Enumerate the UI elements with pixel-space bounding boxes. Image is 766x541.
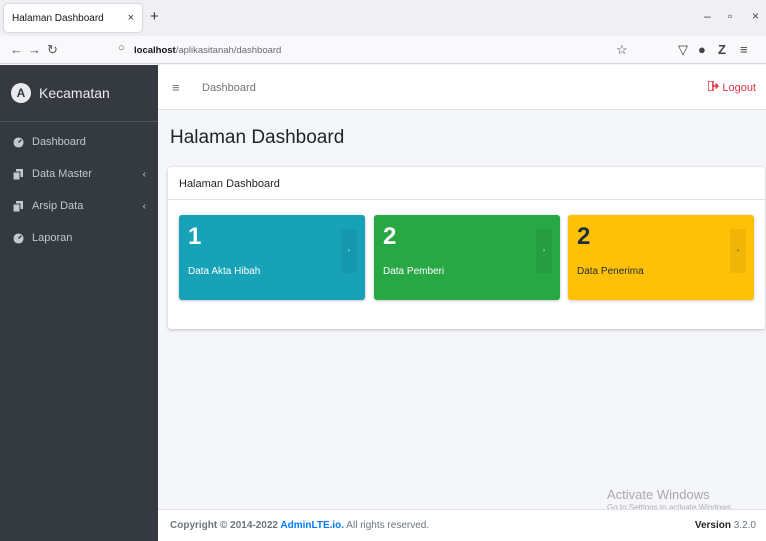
minimize-icon[interactable]: – [704, 9, 711, 23]
menu-icon[interactable]: ≡ [740, 42, 748, 57]
url-host: localhost [134, 44, 176, 56]
main-footer: Copyright © 2014-2022 AdminLTE.io. All r… [158, 509, 766, 541]
browser-toolbar: ← → ↻ ○ localhost/aplikasitanah/dashboar… [0, 36, 766, 64]
box-icon: › [730, 229, 746, 273]
brand-logo: A [11, 83, 31, 103]
extension-icon[interactable]: ● [698, 42, 706, 57]
close-window-icon[interactable]: × [752, 9, 759, 23]
small-box-penerima[interactable]: 2 Data Penerima › [568, 215, 754, 300]
sidebar-item-laporan[interactable]: Laporan [0, 222, 158, 254]
sidebar: A Kecamatan Dashboard Data Master ‹ Arsi… [0, 65, 158, 541]
tab-title: Halaman Dashboard [12, 12, 104, 24]
sidebar-item-label: Laporan [32, 232, 73, 244]
tachometer-icon [12, 232, 24, 244]
brand-link[interactable]: A Kecamatan [0, 65, 158, 122]
browser-tab-bar: Halaman Dashboard × + – ▫ × [0, 0, 766, 36]
dashboard-card: Halaman Dashboard 1 Data Akta Hibah › 2 … [168, 167, 765, 329]
box-value: 2 [577, 223, 591, 250]
chevron-left-icon: ‹ [142, 168, 146, 180]
box-value: 1 [188, 223, 202, 250]
copy-icon [12, 200, 24, 212]
zotero-icon[interactable]: Z [718, 42, 726, 57]
box-value: 2 [383, 223, 397, 250]
restore-icon[interactable]: ▫ [728, 9, 732, 23]
tachometer-icon [12, 136, 24, 148]
logout-button[interactable]: Logout [707, 80, 756, 94]
hamburger-menu-icon[interactable]: ≡ [172, 80, 180, 95]
version-number: 3.2.0 [733, 520, 756, 531]
sidebar-item-dashboard[interactable]: Dashboard [0, 126, 158, 158]
logout-label: Logout [722, 81, 756, 94]
page-title: Halaman Dashboard [170, 127, 345, 148]
main-header: ≡ Dashboard Logout [158, 65, 766, 110]
reload-icon[interactable]: ↻ [47, 42, 58, 58]
small-box-pemberi[interactable]: 2 Data Pemberi › [374, 215, 560, 300]
box-label: Data Pemberi [383, 266, 445, 277]
sign-out-icon [707, 80, 720, 94]
sidebar-item-label: Arsip Data [32, 200, 84, 212]
new-tab-button[interactable]: + [150, 8, 159, 25]
close-tab-icon[interactable]: × [128, 12, 134, 24]
copy-icon [12, 168, 24, 180]
copyright: Copyright © 2014-2022 AdminLTE.io. All r… [170, 520, 429, 531]
sidebar-item-label: Data Master [32, 168, 92, 180]
version-info: Version 3.2.0 [695, 520, 756, 531]
box-label: Data Akta Hibah [188, 266, 261, 277]
activate-windows-watermark: Activate Windows [607, 487, 710, 502]
back-icon[interactable]: ← [10, 42, 23, 57]
pocket-icon[interactable]: ▽ [678, 42, 688, 58]
box-icon: › [536, 229, 552, 273]
sidebar-menu: Dashboard Data Master ‹ Arsip Data ‹ Lap… [0, 122, 158, 254]
header-dashboard-link[interactable]: Dashboard [202, 82, 256, 94]
sidebar-item-label: Dashboard [32, 136, 86, 148]
url-bar[interactable]: localhost/aplikasitanah/dashboard [134, 39, 630, 61]
brand-text: Kecamatan [39, 85, 110, 101]
small-box-akta-hibah[interactable]: 1 Data Akta Hibah › [179, 215, 365, 300]
box-icon: › [341, 229, 357, 273]
url-path: /aplikasitanah/dashboard [175, 44, 282, 56]
adminlte-link[interactable]: AdminLTE.io. [280, 520, 344, 531]
copyright-suffix: All rights reserved. [344, 520, 430, 531]
version-label: Version [694, 520, 731, 531]
chevron-left-icon: ‹ [142, 200, 146, 212]
sidebar-item-data-master[interactable]: Data Master ‹ [0, 158, 158, 190]
box-label: Data Penerima [577, 266, 644, 277]
sidebar-item-arsip-data[interactable]: Arsip Data ‹ [0, 190, 158, 222]
shield-icon[interactable]: ○ [118, 42, 125, 54]
forward-icon[interactable]: → [28, 42, 41, 57]
bookmark-star-icon[interactable]: ☆ [616, 42, 628, 58]
browser-tab[interactable]: Halaman Dashboard × [4, 4, 142, 32]
copyright-prefix: Copyright © 2014-2022 [170, 520, 281, 531]
card-title: Halaman Dashboard [168, 167, 765, 200]
